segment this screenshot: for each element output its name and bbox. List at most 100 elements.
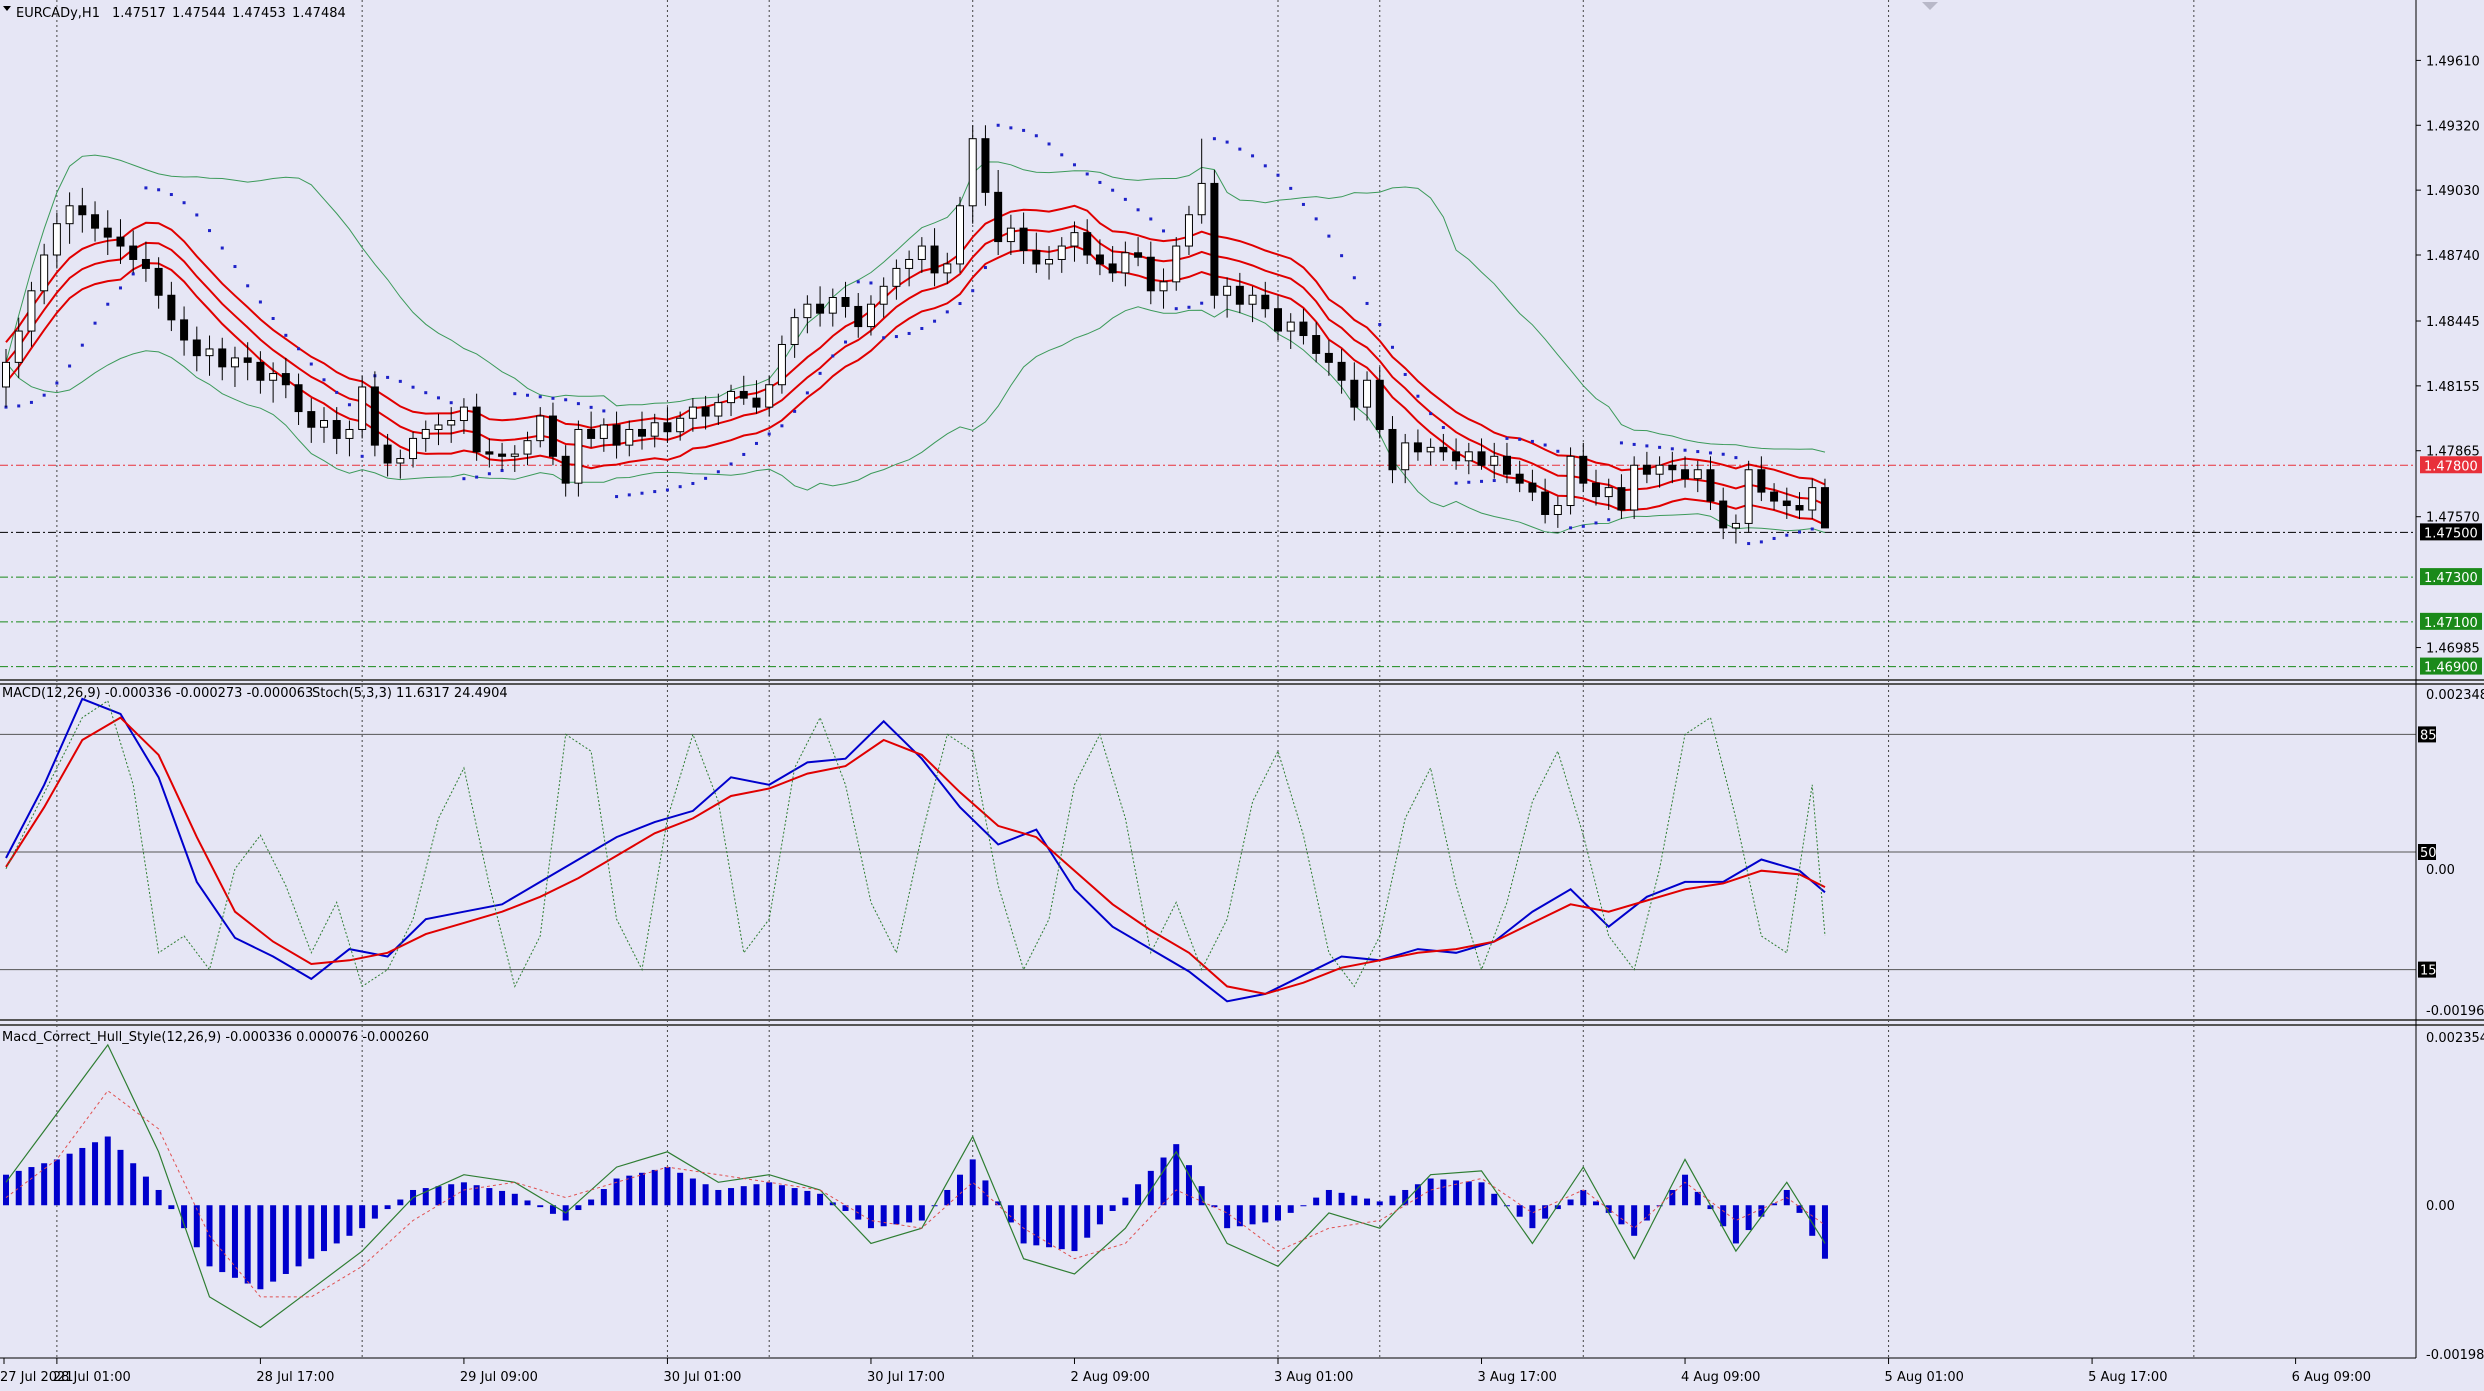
hull-tick-label: -0.001987 — [2426, 1348, 2484, 1363]
sar-dot — [144, 186, 148, 190]
histogram-bar — [1593, 1201, 1599, 1206]
sar-dot — [1047, 142, 1051, 146]
hull-tick-label: 0.00 — [2426, 1199, 2455, 1214]
histogram-bar — [41, 1163, 48, 1206]
candle-body — [1693, 469, 1702, 480]
histogram-bar — [1580, 1189, 1587, 1206]
candle-body — [1795, 505, 1804, 511]
sar-dot — [1022, 128, 1026, 132]
candle-body — [294, 384, 303, 413]
sar-dot — [894, 335, 898, 339]
histogram-bar — [804, 1190, 811, 1206]
candle-body — [1350, 379, 1359, 408]
sar-dot — [398, 379, 402, 383]
stoch-level-label: 85 — [2420, 728, 2437, 743]
candle-body — [1566, 455, 1575, 507]
histogram-bar — [1096, 1205, 1103, 1225]
candle-body — [1235, 285, 1244, 305]
candle-body — [1553, 505, 1562, 515]
sar-dot — [195, 213, 199, 217]
candle-body — [803, 303, 812, 319]
sar-dot — [1085, 172, 1089, 176]
ohlc-close: 1.47484 — [292, 6, 346, 21]
sar-dot — [513, 392, 517, 396]
candle-body — [91, 214, 100, 229]
candle-body — [1604, 487, 1613, 498]
sar-dot — [1225, 140, 1229, 144]
histogram-bar — [715, 1189, 722, 1206]
candle-body — [968, 138, 977, 207]
sar-dot — [767, 432, 771, 436]
histogram-bar — [1567, 1199, 1574, 1206]
sar-dot — [1174, 307, 1178, 311]
candle-body — [230, 357, 239, 368]
sar-dot — [93, 321, 97, 325]
histogram-bar — [906, 1205, 913, 1223]
histogram-bar — [1236, 1205, 1243, 1227]
sar-dot — [182, 201, 186, 205]
candle-body — [409, 437, 418, 460]
candle-body — [714, 402, 723, 417]
candle-body — [1477, 451, 1486, 466]
sar-dot — [1708, 451, 1712, 455]
candle-body — [676, 417, 685, 433]
sar-dot — [1187, 305, 1191, 309]
candle-body — [574, 428, 583, 484]
macd-tick-label: -0.001965 — [2426, 1004, 2484, 1019]
time-tick-label: 5 Aug 01:00 — [1885, 1370, 1964, 1385]
candle-body — [358, 386, 367, 430]
sar-dot — [360, 454, 364, 458]
histogram-bar — [1351, 1195, 1358, 1206]
candle-body — [930, 245, 939, 274]
candle-body — [1668, 464, 1677, 471]
histogram-bar — [1325, 1189, 1332, 1206]
histogram-bar — [1478, 1182, 1485, 1206]
histogram-bar — [486, 1188, 493, 1206]
trading-chart[interactable]: 1.49610 1.49320 1.49030 1.48740 1.48445 1.481… — [0, 0, 2484, 1391]
candle-body — [1248, 294, 1257, 305]
time-tick-label: 29 Jul 09:00 — [460, 1370, 538, 1385]
ohlc-open: 1.47517 — [112, 6, 166, 21]
histogram-bar — [537, 1205, 544, 1208]
histogram-bar — [1631, 1205, 1638, 1236]
sar-dot — [1403, 372, 1407, 376]
histogram-bar — [15, 1170, 22, 1206]
candle-body — [167, 294, 176, 321]
histogram-bar — [1058, 1205, 1065, 1250]
histogram-bar — [435, 1186, 442, 1206]
sar-dot — [309, 362, 313, 366]
candle-body — [765, 384, 774, 408]
histogram-bar — [1745, 1205, 1752, 1231]
sar-dot — [335, 390, 339, 394]
histogram-bar — [1491, 1193, 1498, 1206]
sar-dot — [246, 284, 250, 288]
sar-dot — [1441, 426, 1445, 430]
sar-dot — [1785, 533, 1789, 537]
histogram-bar — [168, 1205, 175, 1210]
sar-dot — [424, 391, 428, 395]
candle-body — [434, 424, 443, 430]
candle-body — [1274, 308, 1282, 332]
level-tag-label: 1.47800 — [2424, 459, 2478, 474]
time-tick-label: 4 Aug 09:00 — [1681, 1370, 1760, 1385]
ohlc-high: 1.47544 — [172, 6, 226, 21]
sar-dot — [1772, 536, 1776, 540]
candle-body — [421, 428, 430, 439]
sar-dot — [653, 490, 657, 494]
candle-body — [892, 267, 901, 287]
candle-body — [828, 297, 837, 314]
sar-dot — [526, 393, 530, 397]
histogram-bar — [1465, 1181, 1472, 1206]
candle-body — [447, 420, 456, 426]
candle-body — [103, 227, 112, 238]
sar-dot — [1454, 481, 1458, 485]
candle-body — [816, 303, 825, 314]
histogram-bar — [626, 1175, 633, 1206]
sar-dot — [1518, 437, 1522, 441]
histogram-bar — [359, 1205, 366, 1229]
candle-body — [1808, 487, 1817, 511]
histogram-bar — [1135, 1184, 1142, 1206]
sar-dot — [462, 477, 466, 481]
candle-body — [1134, 252, 1143, 258]
sar-dot — [1670, 447, 1674, 451]
